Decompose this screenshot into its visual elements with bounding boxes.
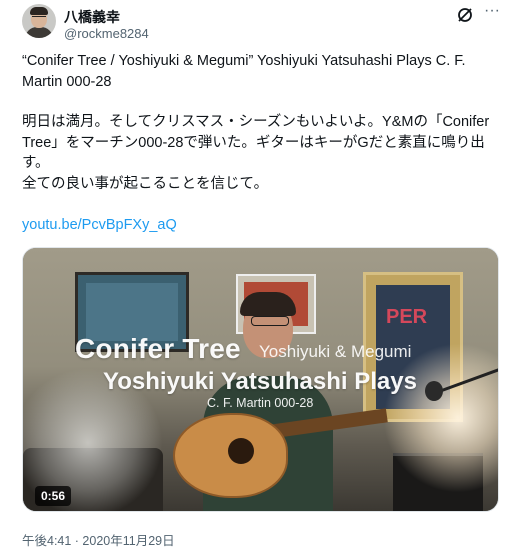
video-title-main: Conifer Tree: [75, 333, 241, 364]
video-duration-badge: 0:56: [35, 486, 72, 506]
video-thumbnail[interactable]: PER Conifer Tree Yoshiyuki & Megumi Yosh…: [22, 247, 499, 512]
tweet-link[interactable]: youtu.be/PcvBpFXy_aQ: [22, 217, 177, 233]
avatar-body: [25, 27, 53, 38]
avatar-glasses: [32, 16, 46, 20]
avatar[interactable]: [22, 4, 56, 38]
video-title-line3: C. F. Martin 000-28: [207, 396, 314, 410]
tweet-text: “Conifer Tree / Yoshiyuki & Megumi” Yosh…: [22, 51, 502, 194]
performer-glasses: [251, 316, 289, 326]
grok-slash-icon[interactable]: [456, 6, 474, 24]
tweet-paragraph-1: “Conifer Tree / Yoshiyuki & Megumi” Yosh…: [22, 53, 470, 90]
tweet-paragraph-2: 明日は満月。そしてクリスマス・シーズンもいよいよ。Y&Mの「Conifer Tr…: [22, 114, 490, 192]
author-handle[interactable]: @rockme8284: [64, 26, 149, 41]
more-horizontal-icon[interactable]: ···: [482, 3, 502, 24]
tweet-timestamp[interactable]: 午後4:41 · 2020年11月29日: [22, 530, 175, 549]
video-title-line2: Yoshiyuki Yatsuhashi Plays: [103, 368, 417, 395]
author-name[interactable]: 八橋義幸: [64, 7, 120, 27]
microphone: [425, 381, 443, 401]
video-title-sub: Yoshiyuki & Megumi: [259, 342, 412, 361]
guitar-soundhole: [228, 438, 254, 464]
poster-text: PER: [386, 306, 428, 328]
avatar-hair: [30, 7, 48, 15]
tweet-header: 八橋義幸 @rockme8284 ···: [22, 3, 502, 44]
performer-hair: [240, 292, 296, 316]
